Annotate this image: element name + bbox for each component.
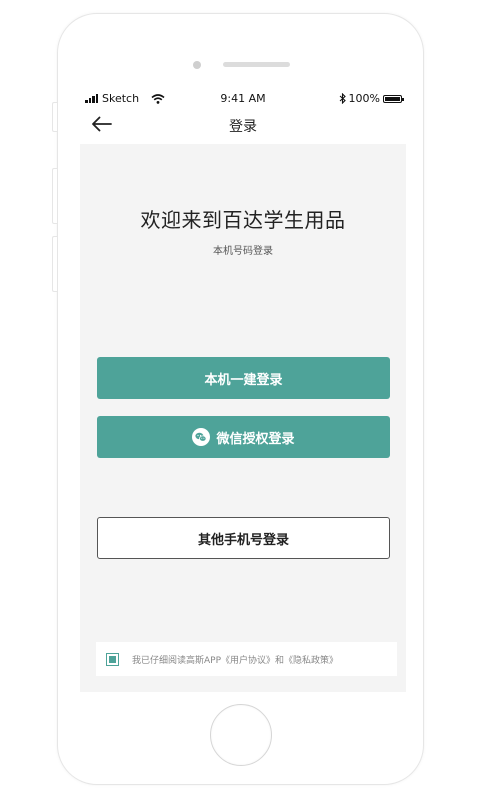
volume-up-button <box>52 168 57 224</box>
nav-bar: 登录 <box>80 108 406 144</box>
agreement-text[interactable]: 我已仔细阅读高斯APP《用户协议》和《隐私政策》 <box>132 653 338 666</box>
page-title: 登录 <box>229 119 257 135</box>
battery-icon <box>383 94 404 103</box>
battery-percent: 100% <box>348 92 380 105</box>
one-click-login-button[interactable]: 本机一建登录 <box>97 357 390 399</box>
agreement-row: 我已仔细阅读高斯APP《用户协议》和《隐私政策》 <box>96 642 397 676</box>
other-phone-login-button[interactable]: 其他手机号登录 <box>97 517 390 559</box>
welcome-title: 欢迎来到百达学生用品 <box>140 208 346 232</box>
status-bar: Sketch 9:41 AM 100% <box>80 90 406 108</box>
volume-down-button <box>52 236 57 292</box>
wechat-login-label: 微信授权登录 <box>216 431 295 447</box>
wechat-icon <box>192 428 211 446</box>
one-click-login-label: 本机一建登录 <box>204 372 283 388</box>
login-content: 欢迎来到百达学生用品 本机号码登录 本机一建登录 微信授权登录 其他手机号登录 … <box>80 144 406 692</box>
agreement-checkbox[interactable] <box>106 652 119 666</box>
mute-switch <box>52 102 57 132</box>
front-camera <box>193 61 201 69</box>
home-button[interactable] <box>210 704 272 766</box>
other-phone-login-label: 其他手机号登录 <box>197 532 289 548</box>
earpiece-speaker <box>223 62 290 67</box>
welcome-subtitle: 本机号码登录 <box>213 246 273 257</box>
bluetooth-icon <box>339 93 346 104</box>
wechat-login-button[interactable]: 微信授权登录 <box>97 416 390 458</box>
status-right: 100% <box>339 92 404 105</box>
checkbox-checked-mark <box>109 655 116 663</box>
